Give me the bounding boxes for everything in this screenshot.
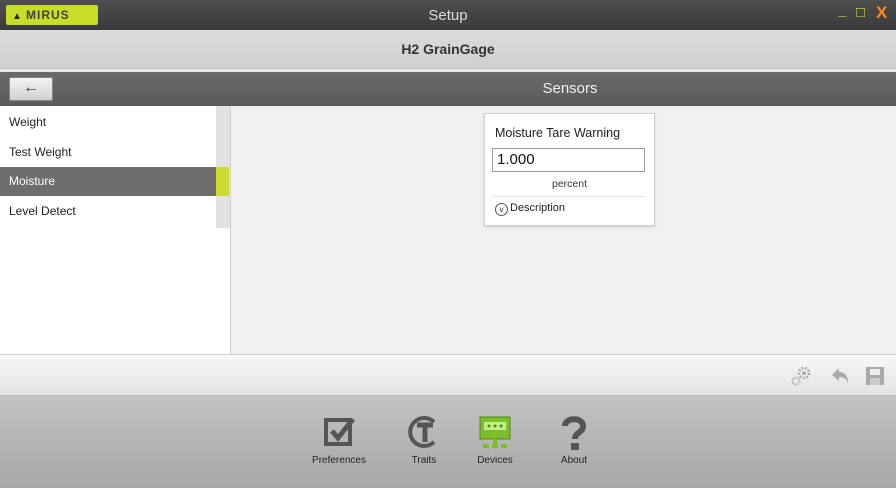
card-divider bbox=[492, 196, 645, 197]
sidebar-item-level-detect[interactable]: Level Detect bbox=[0, 197, 216, 226]
devices-icon bbox=[470, 414, 520, 450]
close-button[interactable]: X bbox=[876, 3, 887, 23]
nav-label-preferences: Preferences bbox=[312, 455, 366, 466]
nav-devices[interactable]: Devices bbox=[470, 414, 520, 466]
back-button[interactable]: ← bbox=[9, 77, 53, 101]
sidebar-item-weight[interactable]: Weight bbox=[0, 108, 216, 137]
bottom-nav: Preferences Traits Devices About bbox=[0, 396, 896, 488]
moisture-tare-input[interactable]: 1.000 bbox=[492, 148, 645, 172]
main-panel: Moisture Tare Warning 1.000 percent v Des… bbox=[231, 106, 896, 354]
chevron-down-icon: v bbox=[495, 203, 508, 216]
description-label: Description bbox=[510, 202, 566, 214]
selected-indicator bbox=[216, 167, 229, 196]
save-icon[interactable] bbox=[864, 365, 886, 392]
card-title: Moisture Tare Warning bbox=[495, 126, 621, 140]
sidebar-item-test-weight[interactable]: Test Weight bbox=[0, 138, 216, 167]
description-toggle[interactable]: v Description bbox=[495, 202, 565, 216]
traits-icon bbox=[404, 414, 444, 450]
sidebar-item-moisture[interactable]: Moisture bbox=[0, 167, 216, 196]
action-toolbar bbox=[0, 354, 896, 396]
nav-label-devices: Devices bbox=[477, 455, 513, 466]
minimize-button[interactable]: _ bbox=[838, 2, 846, 19]
nav-label-traits: Traits bbox=[411, 455, 437, 466]
maximize-button[interactable]: □ bbox=[856, 4, 865, 21]
undo-icon[interactable] bbox=[829, 365, 851, 392]
title-bar: ▲ MIRUS Setup _ □ X bbox=[0, 0, 896, 30]
page-title: Sensors bbox=[542, 80, 598, 97]
app-subtitle: H2 GrainGage bbox=[0, 30, 896, 69]
unit-label: percent bbox=[551, 178, 588, 190]
nav-bar: ← Sensors bbox=[0, 72, 896, 106]
nav-preferences[interactable]: Preferences bbox=[306, 414, 372, 466]
gears-icon[interactable] bbox=[790, 365, 812, 392]
question-icon bbox=[554, 414, 594, 450]
window-title: Setup bbox=[428, 7, 468, 24]
nav-label-about: About bbox=[560, 455, 588, 466]
sidebar: Weight Test Weight Moisture Level Detect bbox=[0, 106, 231, 354]
checkbox-icon bbox=[306, 414, 372, 450]
nav-about[interactable]: About bbox=[554, 414, 594, 466]
nav-traits[interactable]: Traits bbox=[404, 414, 444, 466]
setting-card: Moisture Tare Warning 1.000 percent v Des… bbox=[484, 113, 655, 226]
back-arrow-icon: ← bbox=[23, 79, 39, 96]
